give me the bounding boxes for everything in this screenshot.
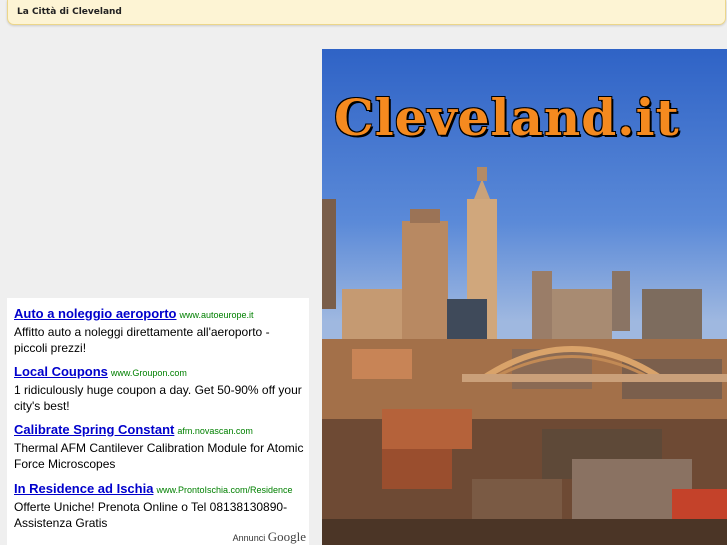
ad-item[interactable]: Auto a noleggio aeroporto www.autoeurope.…: [14, 303, 304, 356]
ad-url[interactable]: afm.novascan.com: [177, 426, 253, 436]
google-logo: Google: [267, 529, 306, 544]
ad-description: Offerte Uniche! Prenota Online o Tel 081…: [14, 500, 288, 530]
ad-title-link[interactable]: In Residence ad Ischia: [14, 481, 153, 496]
ad-block: Auto a noleggio aeroporto www.autoeurope.…: [7, 298, 309, 545]
ad-title-link[interactable]: Auto a noleggio aeroporto: [14, 306, 177, 321]
ad-url[interactable]: www.autoeurope.it: [180, 310, 254, 320]
ad-description: Affitto auto a noleggi direttamente all'…: [14, 325, 270, 355]
ads-label: Annunci: [232, 533, 266, 543]
ad-description: Thermal AFM Cantilever Calibration Modul…: [14, 441, 304, 471]
ad-title-link[interactable]: Local Coupons: [14, 364, 108, 379]
ad-title-link[interactable]: Calibrate Spring Constant: [14, 422, 174, 437]
ad-description: 1 ridiculously huge coupon a day. Get 50…: [14, 383, 302, 413]
header-bar: La Città di Cleveland: [7, 0, 726, 25]
page-title: La Città di Cleveland: [17, 7, 122, 17]
ad-item[interactable]: In Residence ad Ischia www.ProntoIschia.c…: [14, 478, 304, 531]
ad-url[interactable]: www.Groupon.com: [111, 368, 187, 378]
ad-url[interactable]: www.ProntoIschia.com/Residence: [156, 485, 292, 495]
ads-by-google[interactable]: Annunci Google: [233, 529, 306, 545]
ad-item[interactable]: Calibrate Spring Constant afm.novascan.co…: [14, 419, 304, 472]
ad-item[interactable]: Local Coupons www.Groupon.com 1 ridiculou…: [14, 361, 304, 414]
site-logo[interactable]: Cleveland.it: [334, 88, 680, 147]
